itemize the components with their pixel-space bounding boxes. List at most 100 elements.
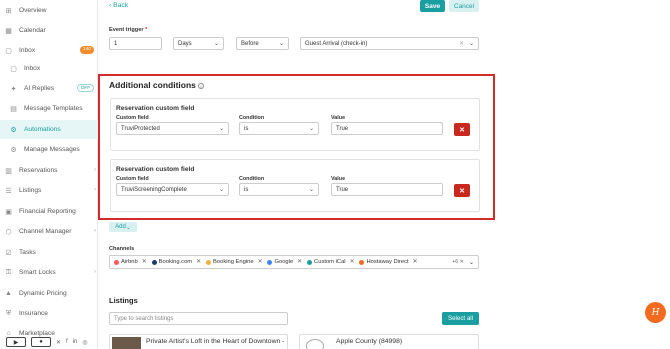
custom-field-select[interactable]: TruviProtected ⌄ — [116, 122, 229, 135]
value-text: True — [336, 186, 349, 193]
trigger-unit-value: Days — [178, 40, 192, 47]
chevron-right-icon: › — [94, 269, 96, 275]
sidebar-item-message-templates[interactable]: ▤ Message Templates — [0, 99, 98, 118]
channel-icon: ⬡ — [5, 228, 12, 236]
listing-card[interactable]: Apple County (84998) — [299, 334, 479, 349]
close-icon[interactable]: ✕ — [258, 259, 263, 265]
list-icon: ☰ — [5, 187, 12, 195]
add-condition-button[interactable]: Add ⌄ — [109, 222, 137, 232]
sparkle-icon: ✦ — [10, 85, 17, 93]
sidebar-item-label: Smart Locks — [19, 269, 56, 276]
sidebar-item-channel-manager[interactable]: ⬡ Channel Manager › — [0, 222, 98, 241]
additional-conditions-title: Additional conditions i — [109, 80, 204, 90]
shield-icon: ⛨ — [5, 309, 12, 317]
trigger-amount-value: 1 — [114, 40, 118, 47]
value-input[interactable]: True — [331, 122, 443, 135]
sidebar-item-label: Overview — [19, 7, 47, 14]
close-icon[interactable]: ✕ — [196, 259, 201, 265]
close-icon[interactable]: ✕ — [350, 259, 355, 265]
sidebar-item-label: Tasks — [19, 249, 36, 256]
sidebar-item-insurance[interactable]: ⛨ Insurance — [0, 304, 98, 323]
calendar-icon: ▦ — [5, 27, 12, 35]
sidebar-item-inbox-sub[interactable]: ▢ Inbox — [0, 59, 98, 78]
value-input[interactable]: True — [331, 183, 443, 196]
sidebar: ⊞ Overview ▦ Calendar ▢ Inbox 140 ▢ Inbox ✦ AI… — [0, 0, 98, 349]
trigger-unit-select[interactable]: Days ⌄ — [173, 37, 224, 50]
facebook-icon[interactable]: f — [66, 339, 68, 345]
trigger-amount-input[interactable]: 1 — [109, 37, 162, 50]
channels-label: Channels — [109, 246, 135, 252]
linkedin-icon[interactable]: in — [73, 339, 78, 345]
sidebar-item-dynamic-pricing[interactable]: ▲ Dynamic Pricing — [0, 284, 98, 303]
close-icon[interactable]: ✕ — [297, 259, 302, 265]
sidebar-item-financial-reporting[interactable]: ▣ Financial Reporting — [0, 202, 98, 221]
value-label: Value — [331, 115, 346, 121]
listings-heading: Listings — [109, 296, 138, 305]
twitter-icon[interactable]: ✕ — [56, 339, 61, 346]
sidebar-item-tasks[interactable]: ☑ Tasks — [0, 243, 98, 262]
trigger-event-select[interactable]: Guest Arrival (check-in) ✕ ⌄ — [300, 37, 479, 50]
save-button[interactable]: Save — [420, 0, 445, 12]
channel-color-dot — [151, 259, 157, 265]
apple-store-icon[interactable]: ● — [31, 337, 51, 347]
trigger-when-select[interactable]: Before ⌄ — [236, 37, 289, 50]
channel-color-dot — [114, 259, 119, 265]
custom-field-value: TruviScreeningComplete — [121, 186, 187, 193]
instagram-icon[interactable]: ◎ — [82, 339, 87, 346]
close-icon: ✕ — [459, 126, 465, 134]
sidebar-item-manage-messages[interactable]: ⚙ Manage Messages — [0, 140, 98, 159]
info-icon[interactable]: i — [197, 82, 204, 89]
sidebar-item-listings[interactable]: ☰ Listings › — [0, 181, 98, 200]
custom-field-value: TruviProtected — [121, 125, 160, 132]
channel-name: Airbnb — [121, 259, 138, 265]
help-chat-button[interactable]: H — [645, 302, 666, 323]
chevron-down-icon: ⌄ — [468, 41, 474, 47]
select-all-button[interactable]: Select all — [442, 312, 479, 325]
sidebar-item-label: Manage Messages — [24, 146, 80, 153]
chevron-right-icon: › — [94, 228, 96, 234]
main-content: ‹ Back Save Cancel Event trigger * 1 Day… — [98, 0, 670, 349]
back-link[interactable]: ‹ Back — [109, 2, 128, 9]
listing-name: Private Artist's Loft in the Heart of Do… — [146, 338, 285, 345]
close-icon[interactable]: ✕ — [413, 259, 418, 265]
cancel-button[interactable]: Cancel — [449, 0, 479, 12]
sidebar-item-label: Message Templates — [24, 105, 83, 112]
ai-replies-status-badge[interactable]: OFF — [76, 84, 94, 92]
sidebar-item-label: Calendar — [19, 27, 46, 34]
sidebar-item-label: Insurance — [19, 310, 48, 317]
google-play-icon[interactable]: ▶ — [6, 337, 26, 347]
listing-placeholder-icon — [306, 339, 324, 349]
sidebar-item-calendar[interactable]: ▦ Calendar — [0, 21, 98, 40]
event-trigger-label: Event trigger * — [109, 27, 147, 33]
listing-card[interactable]: Private Artist's Loft in the Heart of Do… — [109, 334, 288, 349]
channel-color-dot — [267, 259, 273, 265]
condition-select[interactable]: is ⌄ — [239, 183, 319, 196]
channels-select[interactable]: Airbnb ✕ Booking.com ✕ Booking Engine ✕ Goo… — [109, 255, 479, 269]
channel-name: Custom iCal — [314, 259, 346, 265]
channel-color-dot — [359, 259, 365, 265]
delete-condition-button[interactable]: ✕ — [454, 184, 470, 197]
condition-card-title: Reservation custom field — [116, 105, 195, 112]
sidebar-item-label: Channel Manager — [19, 228, 72, 235]
channel-chip: Google ✕ — [267, 259, 302, 265]
tasks-icon: ☑ — [5, 249, 12, 257]
condition-card-title: Reservation custom field — [116, 166, 195, 173]
condition-select[interactable]: is ⌄ — [239, 122, 319, 135]
custom-field-label: Custom field — [116, 115, 149, 121]
chevron-right-icon: › — [94, 187, 96, 193]
conditions-title-text: Additional conditions — [109, 80, 196, 90]
sidebar-item-ai-replies[interactable]: ✦ AI Replies OFF — [0, 79, 98, 98]
sidebar-item-overview[interactable]: ⊞ Overview — [0, 1, 98, 20]
sidebar-item-inbox[interactable]: ▢ Inbox 140 — [0, 41, 98, 60]
close-icon[interactable]: ✕ — [142, 259, 147, 265]
delete-condition-button[interactable]: ✕ — [454, 123, 470, 136]
clear-icon[interactable]: ✕ — [459, 40, 464, 47]
listing-thumbnail — [112, 337, 141, 349]
sidebar-item-automations[interactable]: ⚙ Automations — [0, 120, 98, 139]
listings-search-input[interactable]: Type to search listings — [109, 312, 288, 325]
sidebar-item-reservations[interactable]: ▥ Reservations › — [0, 161, 98, 180]
dashboard-icon: ⊞ — [5, 7, 12, 15]
channel-name: Booking.com — [158, 259, 193, 265]
sidebar-item-smart-locks[interactable]: ⚿ Smart Locks › — [0, 263, 98, 282]
custom-field-select[interactable]: TruviScreeningComplete ⌄ — [116, 183, 229, 196]
